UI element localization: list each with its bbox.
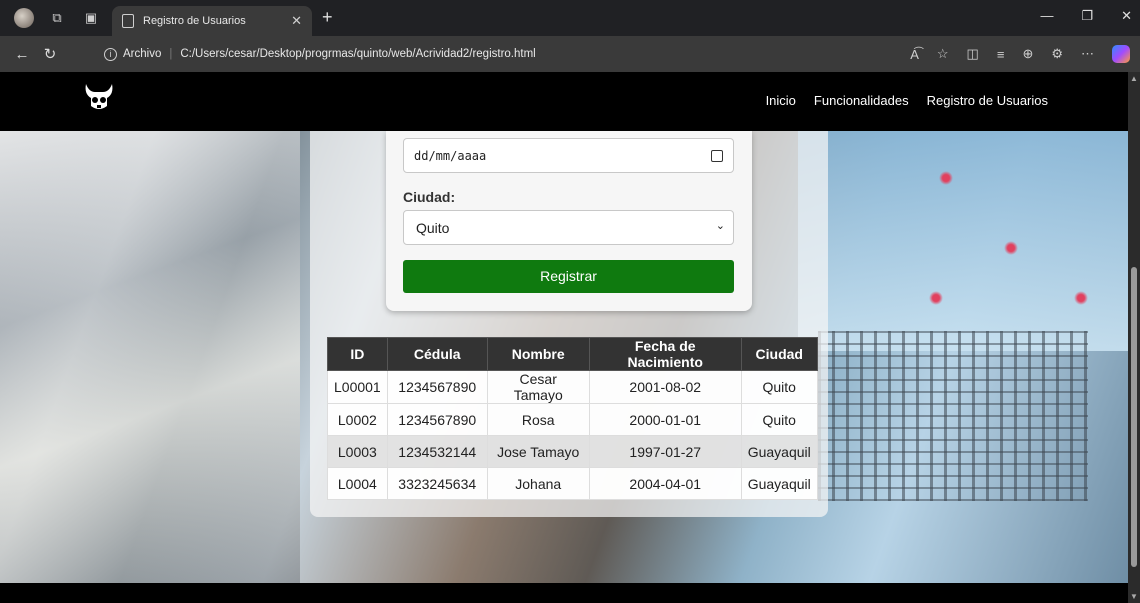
close-tab-icon[interactable]: ✕ bbox=[291, 13, 302, 29]
calendar-icon[interactable] bbox=[711, 150, 723, 162]
info-icon[interactable]: i bbox=[104, 47, 117, 61]
background-star bbox=[1074, 291, 1088, 305]
new-tab-icon[interactable]: + bbox=[322, 7, 333, 28]
cell-ciudad: Quito bbox=[740, 403, 818, 436]
address-bar[interactable]: i Archivo | C:/Users/cesar/Desktop/progr… bbox=[96, 41, 756, 67]
cell-nombre: Jose Tamayo bbox=[486, 435, 590, 468]
scrollbar-thumb[interactable] bbox=[1131, 267, 1137, 567]
scroll-up-icon[interactable]: ▲ bbox=[1130, 74, 1138, 83]
city-label: Ciudad: bbox=[403, 189, 456, 205]
table-header-row: ID Cédula Nombre Fecha de Nacimiento Ciu… bbox=[327, 337, 818, 371]
cell-cedula: 3323245634 bbox=[386, 467, 488, 500]
city-value: Quito bbox=[416, 220, 450, 236]
header-ciudad: Ciudad bbox=[740, 337, 818, 371]
background-star bbox=[929, 291, 943, 305]
header-fecha: Fecha de Nacimiento bbox=[588, 337, 742, 371]
background-sky bbox=[798, 131, 1128, 351]
page-scrollbar[interactable]: ▲ ▼ bbox=[1128, 72, 1140, 603]
close-window-icon[interactable]: ✕ bbox=[1121, 8, 1132, 24]
address-bar-row: ← ↻ i Archivo | C:/Users/cesar/Desktop/p… bbox=[0, 36, 1140, 72]
tab-actions-icon[interactable]: ▣ bbox=[80, 7, 102, 29]
cell-fecha: 1997-01-27 bbox=[588, 435, 742, 468]
collections-icon[interactable]: ⊕ bbox=[1022, 46, 1033, 62]
cell-nombre: Johana bbox=[486, 467, 590, 500]
refresh-icon[interactable]: ↻ bbox=[36, 45, 64, 63]
extensions-icon[interactable]: ⚙ bbox=[1051, 46, 1063, 62]
nav-registro[interactable]: Registro de Usuarios bbox=[927, 93, 1048, 108]
address-separator: | bbox=[169, 48, 173, 60]
address-url: C:/Users/cesar/Desktop/progrmas/quinto/w… bbox=[180, 48, 536, 60]
workspaces-icon[interactable]: ⧉ bbox=[46, 7, 68, 29]
nav-menu: Inicio Funcionalidades Registro de Usuar… bbox=[766, 93, 1048, 108]
tab-bar: ⧉ ▣ Registro de Usuarios ✕ + — ❐ ✕ bbox=[0, 0, 1140, 36]
split-screen-icon[interactable]: ◫ bbox=[967, 46, 979, 62]
register-button[interactable]: Registrar bbox=[403, 260, 734, 293]
cell-fecha: 2004-04-01 bbox=[588, 467, 742, 500]
birthdate-input[interactable]: dd/mm/aaaa bbox=[403, 138, 734, 173]
page-icon bbox=[122, 14, 134, 28]
cell-ciudad: Guayaquil bbox=[740, 467, 818, 500]
site-navbar: Inicio Funcionalidades Registro de Usuar… bbox=[0, 72, 1128, 131]
chevron-down-icon: ⌄ bbox=[715, 220, 725, 232]
cell-nombre: Cesar Tamayo bbox=[486, 370, 590, 404]
window-controls: — ❐ ✕ bbox=[1040, 8, 1132, 24]
table-row: L0004 3323245634 Johana 2004-04-01 Guaya… bbox=[327, 467, 818, 500]
background-rock bbox=[0, 131, 300, 583]
favorite-star-icon[interactable]: ☆ bbox=[937, 46, 949, 62]
background-star bbox=[939, 171, 953, 185]
cell-id: L0004 bbox=[327, 467, 388, 500]
cell-ciudad: Guayaquil bbox=[740, 435, 818, 468]
cell-fecha: 2001-08-02 bbox=[588, 370, 742, 404]
scroll-down-icon[interactable]: ▼ bbox=[1130, 592, 1138, 601]
cell-cedula: 1234567890 bbox=[386, 403, 488, 436]
tab-registro[interactable]: Registro de Usuarios ✕ bbox=[112, 6, 312, 36]
toolbar-icons: A͡ ☆ ◫ ≡ ⊕ ⚙ ⋯ bbox=[910, 45, 1130, 63]
address-prefix: Archivo bbox=[123, 48, 162, 60]
nav-funcionalidades[interactable]: Funcionalidades bbox=[814, 93, 909, 108]
nav-inicio[interactable]: Inicio bbox=[766, 93, 796, 108]
browser-window: ⧉ ▣ Registro de Usuarios ✕ + — ❐ ✕ ← ↻ i… bbox=[0, 0, 1140, 603]
cell-id: L0002 bbox=[327, 403, 388, 436]
table-row: L0003 1234532144 Jose Tamayo 1997-01-27 … bbox=[327, 435, 818, 468]
background-star bbox=[1004, 241, 1018, 255]
cell-nombre: Rosa bbox=[486, 403, 590, 436]
minimize-icon[interactable]: — bbox=[1040, 8, 1053, 24]
header-nombre: Nombre bbox=[486, 337, 590, 371]
logo-icon bbox=[85, 84, 113, 109]
cell-ciudad: Quito bbox=[740, 370, 818, 404]
birthdate-placeholder: dd/mm/aaaa bbox=[414, 149, 487, 163]
cell-cedula: 1234532144 bbox=[386, 435, 488, 468]
copilot-icon[interactable] bbox=[1112, 45, 1130, 63]
users-table: ID Cédula Nombre Fecha de Nacimiento Ciu… bbox=[327, 337, 818, 500]
table-row: L00001 1234567890 Cesar Tamayo 2001-08-0… bbox=[327, 370, 818, 404]
profile-avatar[interactable] bbox=[14, 8, 34, 28]
header-id: ID bbox=[327, 337, 388, 371]
table-row: L0002 1234567890 Rosa 2000-01-01 Quito bbox=[327, 403, 818, 436]
page-viewport: Inicio Funcionalidades Registro de Usuar… bbox=[0, 72, 1128, 603]
back-icon[interactable]: ← bbox=[8, 46, 36, 63]
tab-title: Registro de Usuarios bbox=[143, 15, 246, 27]
restore-icon[interactable]: ❐ bbox=[1081, 8, 1093, 24]
read-aloud-icon[interactable]: A͡ bbox=[910, 47, 919, 62]
more-icon[interactable]: ⋯ bbox=[1081, 46, 1094, 62]
cell-cedula: 1234567890 bbox=[386, 370, 488, 404]
city-select[interactable]: Quito ⌄ bbox=[403, 210, 734, 245]
header-cedula: Cédula bbox=[386, 337, 488, 371]
cell-fecha: 2000-01-01 bbox=[588, 403, 742, 436]
background-structure bbox=[818, 331, 1088, 501]
favorites-icon[interactable]: ≡ bbox=[997, 47, 1005, 62]
cell-id: L0003 bbox=[327, 435, 388, 468]
cell-id: L00001 bbox=[327, 370, 388, 404]
page-footer bbox=[0, 583, 1128, 603]
